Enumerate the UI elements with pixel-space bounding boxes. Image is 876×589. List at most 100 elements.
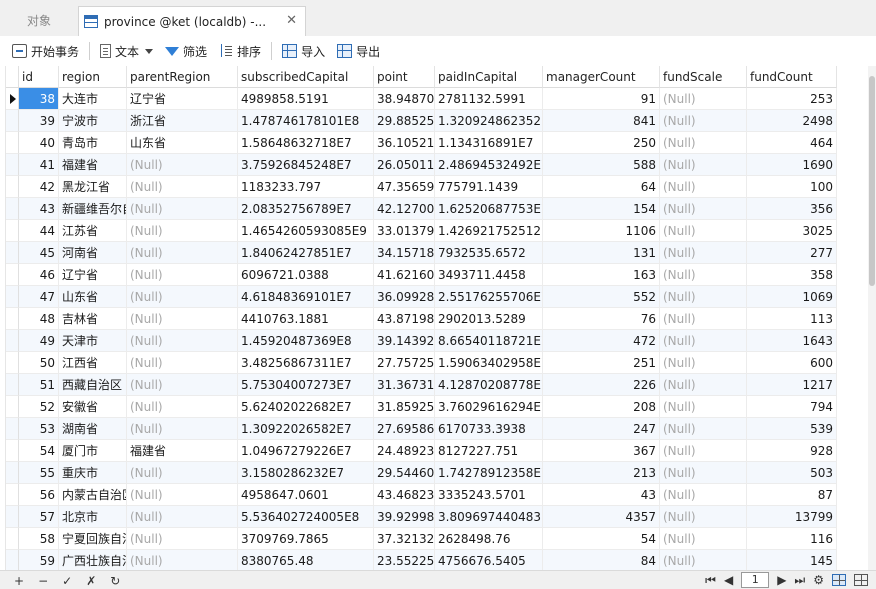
cell-id[interactable]: 40 bbox=[19, 132, 59, 154]
page-settings-icon[interactable]: ⚙ bbox=[813, 573, 824, 587]
cell-fundCount[interactable]: 113 bbox=[747, 308, 837, 330]
cell-id[interactable]: 47 bbox=[19, 286, 59, 308]
cell-subscribedCapital[interactable]: 1183233.797 bbox=[238, 176, 374, 198]
cell-parentRegion[interactable]: 浙江省 bbox=[127, 110, 238, 132]
cell-managerCount[interactable]: 64 bbox=[543, 176, 660, 198]
cell-id[interactable]: 55 bbox=[19, 462, 59, 484]
table-row[interactable]: 54厦门市福建省1.04967279226E724.4892308127227.… bbox=[6, 440, 837, 462]
cell-paidInCapital[interactable]: 1.320924862352E8 bbox=[435, 110, 543, 132]
cell-paidInCapital[interactable]: 1.74278912358E7 bbox=[435, 462, 543, 484]
cell-paidInCapital[interactable]: 3335243.5701 bbox=[435, 484, 543, 506]
cell-point[interactable]: 39.929985 bbox=[374, 506, 435, 528]
cell-managerCount[interactable]: 841 bbox=[543, 110, 660, 132]
row-indicator[interactable] bbox=[6, 352, 19, 374]
table-row[interactable]: 52安徽省(Null)5.62402022682E731.8592523.760… bbox=[6, 396, 837, 418]
cell-fundCount[interactable]: 600 bbox=[747, 352, 837, 374]
row-indicator[interactable] bbox=[6, 440, 19, 462]
cell-fundScale[interactable]: (Null) bbox=[660, 462, 747, 484]
cell-subscribedCapital[interactable]: 3.1580286232E7 bbox=[238, 462, 374, 484]
row-indicator[interactable] bbox=[6, 88, 19, 110]
row-indicator[interactable] bbox=[6, 198, 19, 220]
cell-fundScale[interactable]: (Null) bbox=[660, 88, 747, 110]
cell-region[interactable]: 重庆市 bbox=[59, 462, 127, 484]
prev-page-icon[interactable]: ◀ bbox=[724, 573, 733, 587]
cell-paidInCapital[interactable]: 3493711.4458 bbox=[435, 264, 543, 286]
cell-fundScale[interactable]: (Null) bbox=[660, 220, 747, 242]
cell-managerCount[interactable]: 208 bbox=[543, 396, 660, 418]
cell-paidInCapital[interactable]: 2628498.76 bbox=[435, 528, 543, 550]
cell-parentRegion[interactable]: (Null) bbox=[127, 154, 238, 176]
cell-point[interactable]: 29.885258 bbox=[374, 110, 435, 132]
cell-managerCount[interactable]: 76 bbox=[543, 308, 660, 330]
cell-parentRegion[interactable]: 福建省 bbox=[127, 440, 238, 462]
table-row[interactable]: 57北京市(Null)5.536402724005E839.9299853.80… bbox=[6, 506, 837, 528]
cell-fundCount[interactable]: 358 bbox=[747, 264, 837, 286]
column-header-managerCount[interactable]: managerCount bbox=[543, 66, 660, 88]
cell-point[interactable]: 39.143929 bbox=[374, 330, 435, 352]
cell-subscribedCapital[interactable]: 5.62402022682E7 bbox=[238, 396, 374, 418]
cell-subscribedCapital[interactable]: 1.30922026582E7 bbox=[238, 418, 374, 440]
cell-subscribedCapital[interactable]: 1.45920487369E8 bbox=[238, 330, 374, 352]
column-header-region[interactable]: region bbox=[59, 66, 127, 88]
column-header-fundScale[interactable]: fundScale bbox=[660, 66, 747, 88]
cell-parentRegion[interactable]: (Null) bbox=[127, 264, 238, 286]
cell-region[interactable]: 福建省 bbox=[59, 154, 127, 176]
row-indicator[interactable] bbox=[6, 264, 19, 286]
row-indicator[interactable] bbox=[6, 418, 19, 440]
cell-id[interactable]: 50 bbox=[19, 352, 59, 374]
cell-fundCount[interactable]: 1690 bbox=[747, 154, 837, 176]
cell-point[interactable]: 36.099289 bbox=[374, 286, 435, 308]
cell-fundCount[interactable]: 253 bbox=[747, 88, 837, 110]
cell-parentRegion[interactable]: (Null) bbox=[127, 484, 238, 506]
cell-region[interactable]: 河南省 bbox=[59, 242, 127, 264]
cell-parentRegion[interactable]: (Null) bbox=[127, 220, 238, 242]
cell-managerCount[interactable]: 1106 bbox=[543, 220, 660, 242]
cell-region[interactable]: 天津市 bbox=[59, 330, 127, 352]
sort-button[interactable]: 排序 bbox=[213, 39, 267, 63]
cell-region[interactable]: 江西省 bbox=[59, 352, 127, 374]
cell-id[interactable]: 52 bbox=[19, 396, 59, 418]
begin-transaction-button[interactable]: 开始事务 bbox=[6, 39, 85, 63]
cell-parentRegion[interactable]: (Null) bbox=[127, 528, 238, 550]
row-indicator[interactable] bbox=[6, 506, 19, 528]
cell-subscribedCapital[interactable]: 3709769.7865 bbox=[238, 528, 374, 550]
row-indicator[interactable] bbox=[6, 374, 19, 396]
cell-id[interactable]: 44 bbox=[19, 220, 59, 242]
data-grid[interactable]: id region parentRegion subscribedCapital poi… bbox=[0, 66, 876, 570]
cell-fundCount[interactable]: 145 bbox=[747, 550, 837, 570]
import-button[interactable]: 导入 bbox=[276, 39, 331, 63]
cell-managerCount[interactable]: 91 bbox=[543, 88, 660, 110]
cell-subscribedCapital[interactable]: 5.536402724005E8 bbox=[238, 506, 374, 528]
cell-paidInCapital[interactable]: 4756676.5405 bbox=[435, 550, 543, 570]
cell-parentRegion[interactable]: (Null) bbox=[127, 286, 238, 308]
table-row[interactable]: 40青岛市山东省1.58648632718E736.1052141.134316… bbox=[6, 132, 837, 154]
cell-point[interactable]: 37.321323 bbox=[374, 528, 435, 550]
cell-paidInCapital[interactable]: 775791.1439 bbox=[435, 176, 543, 198]
table-row[interactable]: 56内蒙古自治区(Null)4958647.060143.46823833352… bbox=[6, 484, 837, 506]
cell-region[interactable]: 宁夏回族自治 bbox=[59, 528, 127, 550]
row-indicator[interactable] bbox=[6, 176, 19, 198]
table-row[interactable]: 59广西壮族自治(Null)8380765.4823.5522544756676… bbox=[6, 550, 837, 570]
cell-paidInCapital[interactable]: 7932535.6572 bbox=[435, 242, 543, 264]
cell-point[interactable]: 27.695864 bbox=[374, 418, 435, 440]
cell-fundCount[interactable]: 1069 bbox=[747, 286, 837, 308]
cell-fundScale[interactable]: (Null) bbox=[660, 286, 747, 308]
cell-parentRegion[interactable]: (Null) bbox=[127, 352, 238, 374]
table-row[interactable]: 41福建省(Null)3.75926845248E726.0501182.486… bbox=[6, 154, 837, 176]
cell-id[interactable]: 54 bbox=[19, 440, 59, 462]
cell-fundScale[interactable]: (Null) bbox=[660, 440, 747, 462]
cell-parentRegion[interactable]: 辽宁省 bbox=[127, 88, 238, 110]
cell-id[interactable]: 59 bbox=[19, 550, 59, 570]
cell-managerCount[interactable]: 367 bbox=[543, 440, 660, 462]
row-indicator[interactable] bbox=[6, 110, 19, 132]
cell-subscribedCapital[interactable]: 8380765.48 bbox=[238, 550, 374, 570]
row-indicator[interactable] bbox=[6, 330, 19, 352]
cell-subscribedCapital[interactable]: 3.48256867311E7 bbox=[238, 352, 374, 374]
cell-fundCount[interactable]: 539 bbox=[747, 418, 837, 440]
cell-point[interactable]: 36.105214 bbox=[374, 132, 435, 154]
cell-fundCount[interactable]: 1643 bbox=[747, 330, 837, 352]
first-page-icon[interactable]: ⏮ bbox=[705, 573, 716, 588]
cell-paidInCapital[interactable]: 2.48694532492E7 bbox=[435, 154, 543, 176]
cell-id[interactable]: 49 bbox=[19, 330, 59, 352]
cell-point[interactable]: 29.544606 bbox=[374, 462, 435, 484]
